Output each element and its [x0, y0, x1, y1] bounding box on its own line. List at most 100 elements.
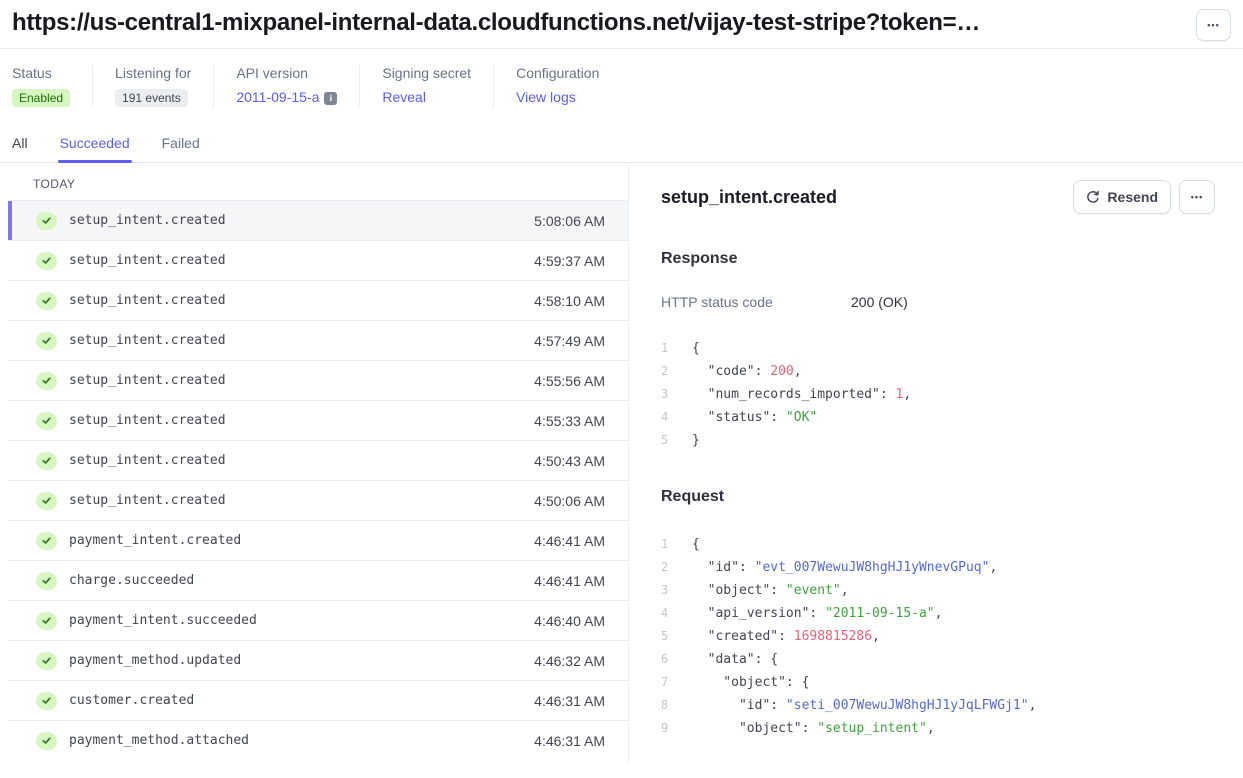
- line-number: 7: [661, 671, 679, 694]
- event-list-item[interactable]: payment_method.updated 4:46:32 AM: [8, 640, 628, 680]
- event-name: customer.created: [69, 693, 534, 708]
- success-check-icon: [36, 252, 57, 270]
- detail-actions: Resend •••: [1073, 180, 1215, 214]
- detail-overflow-button[interactable]: •••: [1179, 180, 1215, 214]
- event-name: setup_intent.created: [69, 493, 534, 508]
- view-logs-link[interactable]: View logs: [516, 89, 576, 105]
- event-name: setup_intent.created: [69, 213, 534, 228]
- event-time: 4:46:31 AM: [534, 693, 605, 709]
- line-number: 3: [661, 383, 679, 406]
- line-number: 8: [661, 694, 679, 717]
- summary-signing-secret: Signing secret Reveal: [382, 65, 494, 107]
- header-overflow-button[interactable]: •••: [1196, 9, 1231, 41]
- tab-all[interactable]: All: [12, 135, 28, 162]
- success-check-icon: [36, 292, 57, 310]
- code-line: 2 "id": "evt_007WewuJW8hgHJ1yWnevGPuq",: [661, 556, 1215, 579]
- code-line: 9 "object": "setup_intent",: [661, 717, 1215, 740]
- event-name: setup_intent.created: [69, 373, 534, 388]
- event-name: setup_intent.created: [69, 453, 534, 468]
- success-check-icon: [36, 652, 57, 670]
- event-list-item[interactable]: setup_intent.created 4:55:56 AM: [8, 360, 628, 400]
- http-status-row: HTTP status code 200 (OK): [661, 294, 1215, 310]
- code-line: 3 "object": "event",: [661, 579, 1215, 602]
- code-line: 3 "num_records_imported": 1,: [661, 383, 1215, 406]
- line-number: 4: [661, 602, 679, 625]
- overflow-icon: •••: [1207, 21, 1219, 30]
- event-name: setup_intent.created: [69, 333, 534, 348]
- request-section-heading: Request: [661, 488, 1215, 506]
- main-content: TODAY setup_intent.created 5:08:06 AM se…: [0, 163, 1243, 764]
- event-time: 4:50:43 AM: [534, 453, 605, 469]
- event-detail-title: setup_intent.created: [661, 187, 837, 208]
- success-check-icon: [36, 532, 57, 550]
- success-check-icon: [36, 692, 57, 710]
- event-list-item[interactable]: setup_intent.created 4:50:43 AM: [8, 440, 628, 480]
- line-number: 1: [661, 337, 679, 360]
- summary-signing-secret-label: Signing secret: [382, 65, 471, 81]
- event-rows: setup_intent.created 5:08:06 AM setup_in…: [8, 200, 628, 760]
- event-list-item[interactable]: setup_intent.created 4:55:33 AM: [8, 400, 628, 440]
- summary-status: Status Enabled: [12, 65, 93, 107]
- resend-button[interactable]: Resend: [1073, 180, 1171, 214]
- event-name: charge.succeeded: [69, 573, 534, 588]
- api-version-link[interactable]: 2011-09-15-a: [236, 89, 319, 105]
- event-name: payment_intent.created: [69, 533, 534, 548]
- event-time: 4:55:56 AM: [534, 373, 605, 389]
- line-number: 4: [661, 406, 679, 429]
- code-line: 4 "api_version": "2011-09-15-a",: [661, 602, 1215, 625]
- endpoint-summary: Status Enabled Listening for 191 events …: [0, 49, 1243, 121]
- success-check-icon: [36, 612, 57, 630]
- event-time: 4:57:49 AM: [534, 333, 605, 349]
- event-list-item[interactable]: payment_intent.succeeded 4:46:40 AM: [8, 600, 628, 640]
- event-time: 4:46:32 AM: [534, 653, 605, 669]
- event-name: setup_intent.created: [69, 253, 534, 268]
- event-time: 5:08:06 AM: [534, 213, 605, 229]
- event-list-item[interactable]: payment_intent.created 4:46:41 AM: [8, 520, 628, 560]
- summary-listening-label: Listening for: [115, 65, 191, 81]
- summary-api-version-label: API version: [236, 65, 337, 81]
- success-check-icon: [36, 332, 57, 350]
- code-line: 1{: [661, 533, 1215, 556]
- event-detail-panel: setup_intent.created Resend ••• Response…: [629, 163, 1243, 764]
- event-time: 4:46:31 AM: [534, 733, 605, 749]
- code-line: 7 "object": {: [661, 671, 1215, 694]
- event-time: 4:59:37 AM: [534, 253, 605, 269]
- summary-listening-for: Listening for 191 events: [115, 65, 214, 107]
- event-time: 4:55:33 AM: [534, 413, 605, 429]
- reveal-secret-link[interactable]: Reveal: [382, 89, 426, 105]
- line-number: 2: [661, 360, 679, 383]
- tab-succeeded[interactable]: Succeeded: [60, 135, 130, 162]
- event-list-item[interactable]: setup_intent.created 5:08:06 AM: [8, 200, 628, 240]
- info-icon[interactable]: i: [324, 92, 337, 105]
- event-list-item[interactable]: charge.succeeded 4:46:41 AM: [8, 560, 628, 600]
- event-list-item[interactable]: setup_intent.created 4:59:37 AM: [8, 240, 628, 280]
- event-name: setup_intent.created: [69, 413, 534, 428]
- event-list-item[interactable]: setup_intent.created 4:57:49 AM: [8, 320, 628, 360]
- event-time: 4:46:40 AM: [534, 613, 605, 629]
- code-line: 6 "data": {: [661, 648, 1215, 671]
- event-time: 4:58:10 AM: [534, 293, 605, 309]
- success-check-icon: [36, 572, 57, 590]
- events-count-badge[interactable]: 191 events: [115, 89, 188, 107]
- summary-configuration: Configuration View logs: [516, 65, 621, 107]
- tab-failed[interactable]: Failed: [162, 135, 200, 162]
- line-number: 5: [661, 429, 679, 452]
- event-name: setup_intent.created: [69, 293, 534, 308]
- summary-status-label: Status: [12, 65, 70, 81]
- request-code-block: 1{2 "id": "evt_007WewuJW8hgHJ1yWnevGPuq"…: [661, 533, 1215, 740]
- code-line: 5}: [661, 429, 1215, 452]
- summary-configuration-label: Configuration: [516, 65, 599, 81]
- event-list-item[interactable]: setup_intent.created 4:58:10 AM: [8, 280, 628, 320]
- line-number: 9: [661, 717, 679, 740]
- code-line: 5 "created": 1698815286,: [661, 625, 1215, 648]
- page-header: https://us-central1-mixpanel-internal-da…: [0, 0, 1243, 49]
- success-check-icon: [36, 372, 57, 390]
- event-list-item[interactable]: setup_intent.created 4:50:06 AM: [8, 480, 628, 520]
- endpoint-url-title: https://us-central1-mixpanel-internal-da…: [12, 9, 980, 37]
- event-name: payment_intent.succeeded: [69, 613, 534, 628]
- line-number: 2: [661, 556, 679, 579]
- event-list-item[interactable]: payment_method.attached 4:46:31 AM: [8, 720, 628, 760]
- success-check-icon: [36, 492, 57, 510]
- event-list-item[interactable]: customer.created 4:46:31 AM: [8, 680, 628, 720]
- date-group-label: TODAY: [8, 163, 628, 200]
